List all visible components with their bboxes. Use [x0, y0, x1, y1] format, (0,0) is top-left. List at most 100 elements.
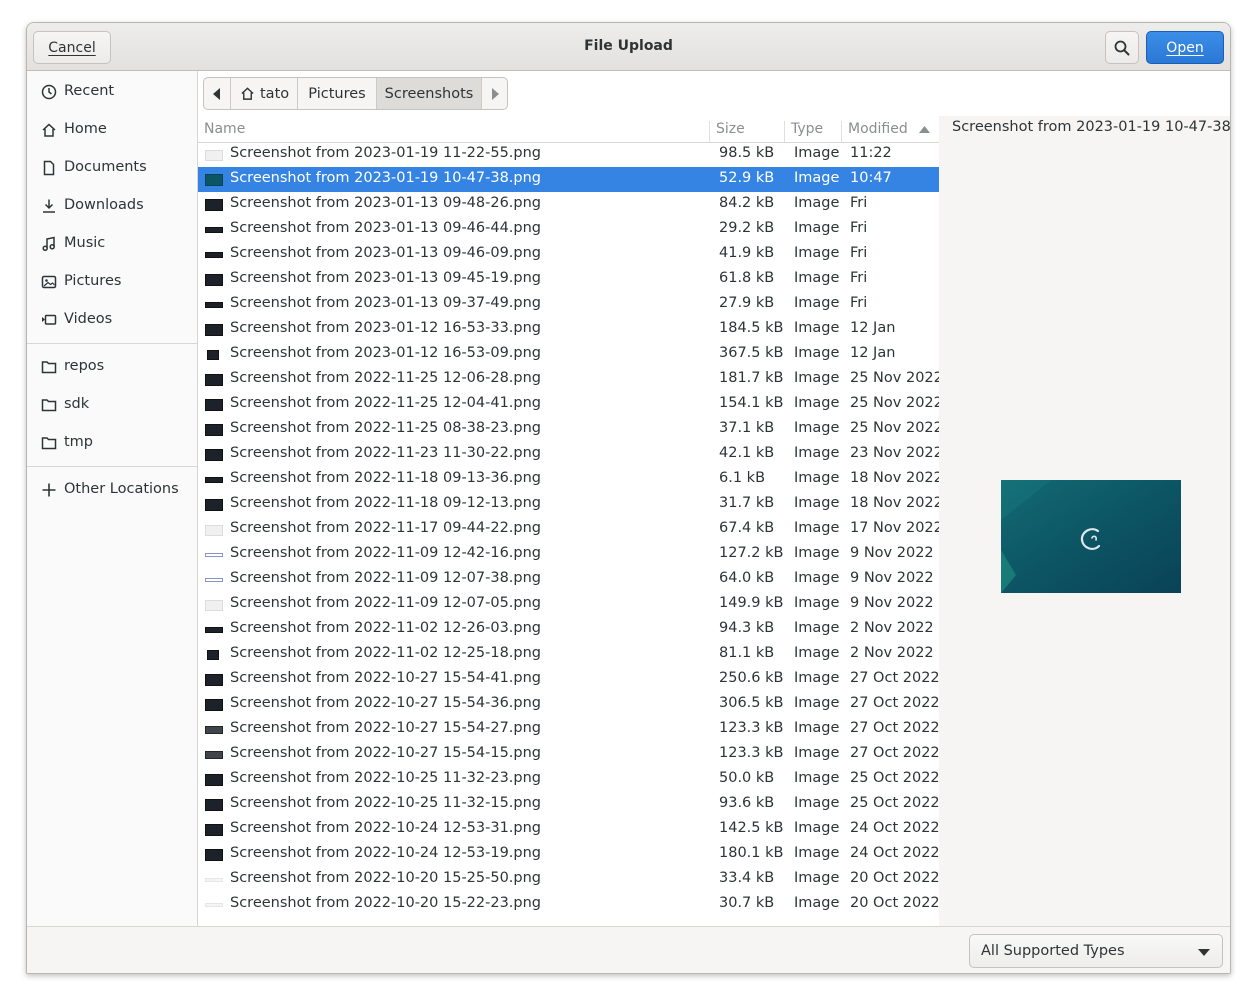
file-thumbnail-icon [205, 751, 223, 759]
download-icon [43, 199, 55, 213]
file-modified: 25 Nov 2022 [850, 370, 939, 386]
file-name: Screenshot from 2022-11-02 12-26-03.png [230, 620, 542, 636]
file-row[interactable]: Screenshot from 2022-11-25 12-06-28.png 1… [198, 367, 939, 392]
sidebar-item-label: Documents [64, 159, 147, 175]
sidebar-item-other-locations[interactable]: Other Locations [27, 471, 197, 509]
sidebar-item-label: tmp [64, 434, 94, 450]
sidebar-item-label: Downloads [64, 197, 144, 213]
file-name: Screenshot from 2022-10-20 15-25-50.png [230, 870, 542, 886]
file-modified: Fri [850, 195, 868, 211]
column-header-name[interactable]: Name [204, 121, 245, 137]
file-size: 29.2 kB [719, 220, 775, 236]
file-row[interactable]: Screenshot from 2023-01-19 10-47-38.png 5… [198, 167, 939, 192]
file-row[interactable]: Screenshot from 2022-11-09 12-07-05.png 1… [198, 592, 939, 617]
file-thumbnail-icon [205, 699, 223, 711]
file-row[interactable]: Screenshot from 2022-11-25 08-38-23.png 3… [198, 417, 939, 442]
sidebar-item-music[interactable]: Music [27, 225, 197, 263]
file-row[interactable]: Screenshot from 2022-11-18 09-13-36.png 6… [198, 467, 939, 492]
file-type: Image [794, 320, 840, 336]
folder-icon [41, 399, 57, 412]
file-modified: 18 Nov 2022 [850, 495, 939, 511]
open-button[interactable]: Open [1146, 31, 1224, 64]
path-segment-pictures[interactable]: Pictures [298, 78, 377, 109]
file-modified: 24 Oct 2022 [850, 845, 939, 861]
file-modified: 27 Oct 2022 [850, 695, 939, 711]
file-type: Image [794, 420, 840, 436]
chevron-down-icon [1198, 949, 1210, 956]
file-row[interactable]: Screenshot from 2023-01-12 16-53-33.png 1… [198, 317, 939, 342]
file-row[interactable]: Screenshot from 2022-10-27 15-54-15.png 1… [198, 742, 939, 767]
sidebar-item-pictures[interactable]: Pictures [27, 263, 197, 301]
file-type-filter-dropdown[interactable]: All Supported Types [969, 934, 1223, 968]
document-icon [43, 160, 55, 176]
file-size: 180.1 kB [719, 845, 784, 861]
sidebar-item-tmp[interactable]: tmp [27, 424, 197, 462]
file-row[interactable]: Screenshot from 2022-11-17 09-44-22.png 6… [198, 517, 939, 542]
file-name: Screenshot from 2022-10-24 12-53-31.png [230, 820, 542, 836]
file-row[interactable]: Screenshot from 2022-10-25 11-32-15.png 9… [198, 792, 939, 817]
file-size: 367.5 kB [719, 345, 784, 361]
sidebar-item-label: Recent [64, 83, 115, 99]
file-row[interactable]: Screenshot from 2022-11-02 12-25-18.png 8… [198, 642, 939, 667]
column-header-type[interactable]: Type [791, 121, 823, 137]
file-modified: 9 Nov 2022 [850, 595, 934, 611]
file-name: Screenshot from 2022-11-17 09-44-22.png [230, 520, 542, 536]
file-modified: 25 Nov 2022 [850, 395, 939, 411]
file-row[interactable]: Screenshot from 2022-11-09 12-42-16.png 1… [198, 542, 939, 567]
file-thumbnail-icon [205, 578, 223, 582]
file-name: Screenshot from 2022-10-27 15-54-36.png [230, 695, 542, 711]
file-row[interactable]: Screenshot from 2023-01-19 11-22-55.png 9… [198, 142, 939, 167]
sidebar-item-recent[interactable]: Recent [27, 73, 197, 111]
file-row[interactable]: Screenshot from 2023-01-13 09-45-19.png 6… [198, 267, 939, 292]
file-size: 64.0 kB [719, 570, 775, 586]
file-size: 33.4 kB [719, 870, 775, 886]
file-type: Image [794, 720, 840, 736]
file-name: Screenshot from 2022-10-25 11-32-23.png [230, 770, 542, 786]
file-thumbnail-icon [205, 524, 223, 536]
column-header-modified[interactable]: Modified [848, 121, 908, 137]
file-row[interactable]: Screenshot from 2022-11-18 09-12-13.png 3… [198, 492, 939, 517]
path-segment-screenshots[interactable]: Screenshots [377, 78, 482, 109]
sidebar-item-downloads[interactable]: Downloads [27, 187, 197, 225]
file-size: 181.7 kB [719, 370, 784, 386]
sidebar-item-home[interactable]: Home [27, 111, 197, 149]
file-row[interactable]: Screenshot from 2022-10-27 15-54-41.png 2… [198, 667, 939, 692]
path-back-button[interactable] [204, 78, 231, 109]
path-forward-button[interactable] [482, 78, 507, 109]
file-row[interactable]: Screenshot from 2022-10-24 12-53-31.png 1… [198, 817, 939, 842]
file-row[interactable]: Screenshot from 2022-10-24 12-53-19.png 1… [198, 842, 939, 867]
file-thumbnail-icon [205, 174, 223, 186]
file-row[interactable]: Screenshot from 2023-01-12 16-53-09.png 3… [198, 342, 939, 367]
file-row[interactable]: Screenshot from 2022-11-23 11-30-22.png 4… [198, 442, 939, 467]
sidebar-item-label: Videos [64, 311, 113, 327]
file-type: Image [794, 170, 840, 186]
file-row[interactable]: Screenshot from 2022-10-20 15-25-50.png 3… [198, 867, 939, 892]
file-row[interactable]: Screenshot from 2023-01-13 09-37-49.png 2… [198, 292, 939, 317]
sidebar-item-repos[interactable]: repos [27, 348, 197, 386]
file-size: 61.8 kB [719, 270, 775, 286]
file-modified: 12 Jan [850, 345, 896, 361]
file-row[interactable]: Screenshot from 2023-01-13 09-46-44.png 2… [198, 217, 939, 242]
file-row[interactable]: Screenshot from 2022-10-27 15-54-36.png 3… [198, 692, 939, 717]
file-type: Image [794, 545, 840, 561]
file-type: Image [794, 195, 840, 211]
file-row[interactable]: Screenshot from 2022-11-25 12-04-41.png 1… [198, 392, 939, 417]
file-name: Screenshot from 2023-01-13 09-46-44.png [230, 220, 542, 236]
file-row[interactable]: Screenshot from 2022-11-09 12-07-38.png 6… [198, 567, 939, 592]
picture-icon [41, 275, 57, 289]
search-button[interactable] [1105, 31, 1139, 64]
file-row[interactable]: Screenshot from 2023-01-13 09-46-09.png 4… [198, 242, 939, 267]
path-segment-home[interactable]: tato [231, 78, 298, 109]
file-type: Image [794, 795, 840, 811]
file-thumbnail-icon [205, 274, 223, 286]
column-header-size[interactable]: Size [716, 121, 745, 137]
sidebar-item-sdk[interactable]: sdk [27, 386, 197, 424]
file-row[interactable]: Screenshot from 2022-10-25 11-32-23.png 5… [198, 767, 939, 792]
file-row[interactable]: Screenshot from 2023-01-13 09-48-26.png 8… [198, 192, 939, 217]
file-row[interactable]: Screenshot from 2022-10-20 15-22-23.png 3… [198, 892, 939, 917]
file-row[interactable]: Screenshot from 2022-10-27 15-54-27.png 1… [198, 717, 939, 742]
sidebar-item-documents[interactable]: Documents [27, 149, 197, 187]
file-type-filter-label: All Supported Types [981, 943, 1125, 959]
sidebar-item-videos[interactable]: Videos [27, 301, 197, 339]
file-row[interactable]: Screenshot from 2022-11-02 12-26-03.png 9… [198, 617, 939, 642]
